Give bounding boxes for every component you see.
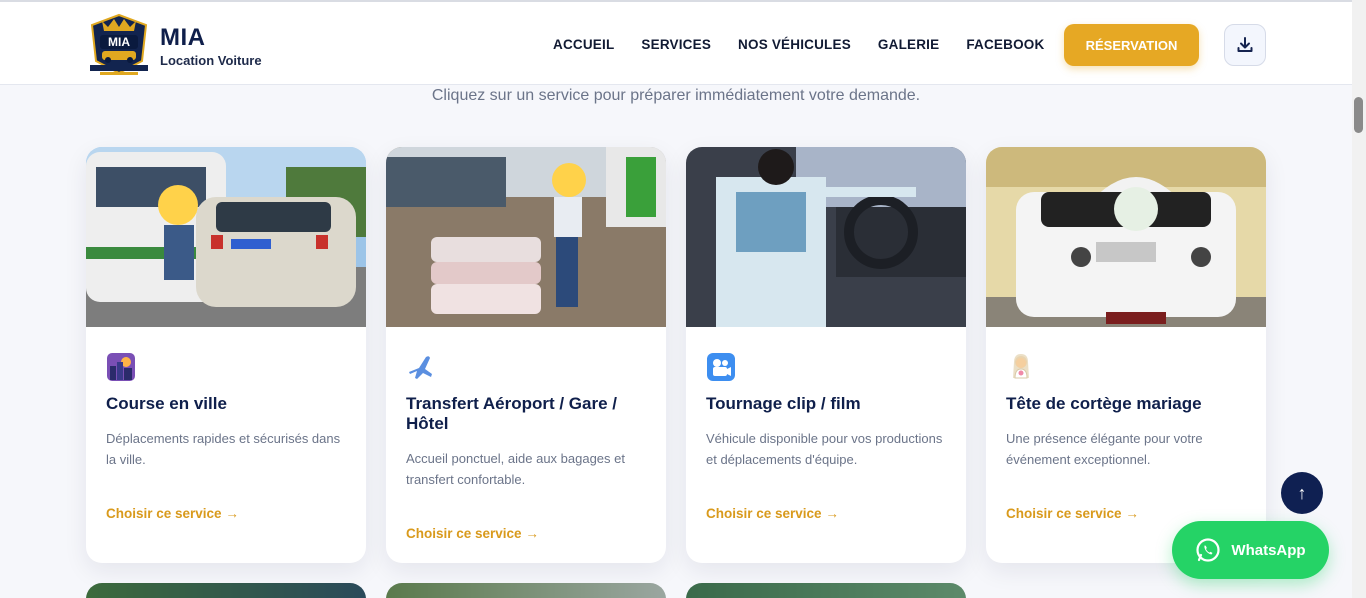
scrollbar-thumb[interactable] xyxy=(1354,97,1363,133)
nav-accueil[interactable]: ACCUEIL xyxy=(553,37,614,52)
whatsapp-button[interactable]: WhatsApp xyxy=(1172,521,1329,579)
brand-logo[interactable]: MIA xyxy=(86,13,152,77)
service-description: Déplacements rapides et sécurisés dans l… xyxy=(106,431,341,467)
service-description: Une présence élégante pour votre événeme… xyxy=(1006,431,1203,467)
nav-services[interactable]: SERVICES xyxy=(641,37,711,52)
service-title: Tournage clip / film xyxy=(706,394,861,413)
service-photo-city xyxy=(86,147,366,327)
service-title: Transfert Aéroport / Gare / Hôtel xyxy=(406,394,617,433)
choose-service-link[interactable]: Choisir ce service → xyxy=(406,526,539,541)
reservation-button[interactable]: RÉSERVATION xyxy=(1064,24,1199,66)
svg-text:MIA: MIA xyxy=(108,35,130,49)
service-description: Véhicule disponible pour vos productions… xyxy=(706,431,943,467)
camera-icon xyxy=(707,353,735,381)
download-button[interactable] xyxy=(1224,24,1266,66)
service-card-course-ville[interactable]: Course en ville Déplacements rapides et … xyxy=(86,147,366,563)
brand-name: MIA xyxy=(160,24,206,51)
bride-icon xyxy=(1013,354,1029,379)
site-header: MIA MIA Location Voiture ACCUEIL SERVICE… xyxy=(0,0,1352,85)
scrollbar-track[interactable] xyxy=(1352,0,1366,598)
nav-galerie[interactable]: GALERIE xyxy=(878,37,939,52)
service-card-peek[interactable] xyxy=(86,583,366,598)
airplane-icon xyxy=(409,356,432,379)
page: MIA MIA Location Voiture ACCUEIL SERVICE… xyxy=(0,0,1366,598)
service-photo-wedding xyxy=(986,147,1266,327)
whatsapp-label: WhatsApp xyxy=(1231,541,1306,559)
choose-service-link[interactable]: Choisir ce service → xyxy=(1006,506,1139,521)
service-photo-film xyxy=(686,147,966,327)
nav-vehicules[interactable]: NOS VÉHICULES xyxy=(738,37,851,52)
city-icon xyxy=(107,353,135,381)
service-title: Course en ville xyxy=(106,394,227,413)
service-card-tournage[interactable]: Tournage clip / film Véhicule disponible… xyxy=(686,147,966,563)
service-description: Accueil ponctuel, aide aux bagages et tr… xyxy=(406,451,625,487)
service-photo-airport xyxy=(386,147,666,327)
brand-subtitle: Location Voiture xyxy=(160,53,262,68)
back-to-top-button[interactable]: ↑ xyxy=(1281,472,1323,514)
whatsapp-icon xyxy=(1196,538,1221,562)
service-card-transfert[interactable]: Transfert Aéroport / Gare / Hôtel Accuei… xyxy=(386,147,666,563)
service-card-peek[interactable] xyxy=(686,583,966,598)
services-intro: Cliquez sur un service pour préparer imm… xyxy=(431,87,921,104)
service-title: Tête de cortège mariage xyxy=(1006,394,1202,413)
main-nav: ACCUEIL SERVICES NOS VÉHICULES GALERIE F… xyxy=(553,37,1044,52)
service-card-peek[interactable] xyxy=(386,583,666,598)
choose-service-link[interactable]: Choisir ce service → xyxy=(706,506,839,521)
nav-facebook[interactable]: FACEBOOK xyxy=(966,37,1044,52)
arrow-up-icon: ↑ xyxy=(1297,482,1307,503)
download-icon xyxy=(1237,37,1253,52)
service-card-mariage[interactable]: Tête de cortège mariage Une présence élé… xyxy=(986,147,1266,563)
choose-service-link[interactable]: Choisir ce service → xyxy=(106,506,239,521)
